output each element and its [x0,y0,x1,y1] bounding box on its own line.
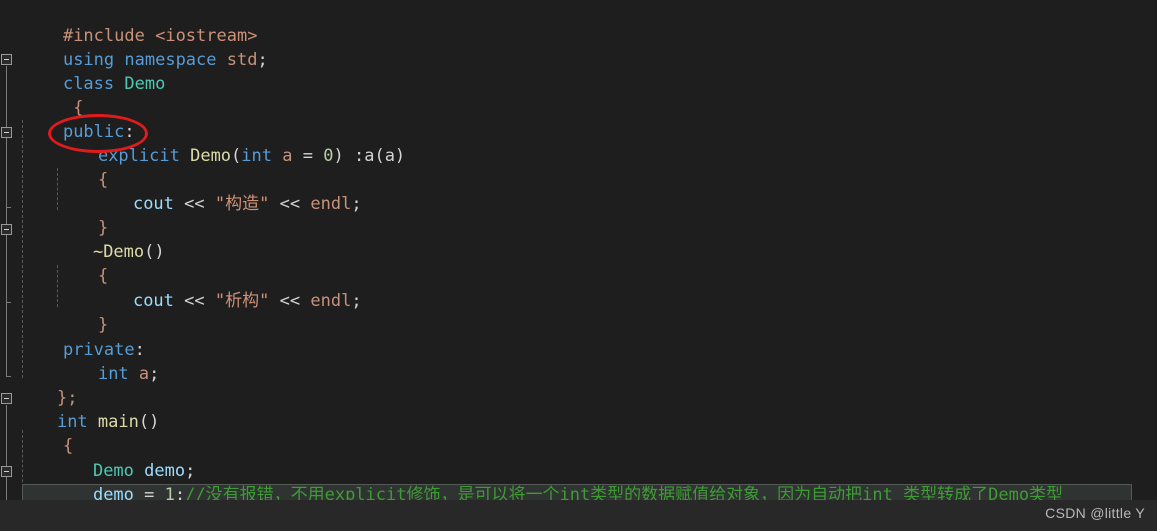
code-editor[interactable]: #include <iostream> using namespace std;… [0,0,1157,531]
code-line-13[interactable]: } [0,289,1157,335]
code-line-5[interactable]: public: [0,96,1157,142]
code-line-16[interactable]: }; [0,362,1157,408]
watermark-bar [0,500,1157,531]
code-line-10[interactable]: ~Demo() [0,216,1157,262]
watermark-text: CSDN @little Y [1045,504,1145,521]
code-line-6[interactable]: explicit Demo(int a = 0) :a(a) [0,120,1157,166]
code-line-7[interactable]: { [0,144,1157,190]
code-line-11[interactable]: { [0,240,1157,286]
code-line-20[interactable]: demo = 1;//没有报错，不用explicit修饰，是可以将一个int类型… [0,459,1157,505]
code-line-17[interactable]: int main() [0,386,1157,432]
code-line-15[interactable]: int a; [0,338,1157,384]
code-line-3[interactable]: class Demo [0,48,1157,94]
code-line-9[interactable]: } [0,192,1157,238]
error-squiggle-icon [99,477,115,482]
code-line-4[interactable]: { [0,72,1157,118]
code-line-14[interactable]: private: [0,314,1157,360]
code-line-1[interactable]: #include <iostream> [0,0,1157,46]
code-line-8[interactable]: cout << "构造" << endl; [0,168,1157,214]
code-line-12[interactable]: cout << "析构" << endl; [0,265,1157,311]
code-line-18[interactable]: { [0,410,1157,456]
code-line-2[interactable]: using namespace std; [0,24,1157,70]
code-line-19[interactable]: Demo demo; [0,435,1157,481]
